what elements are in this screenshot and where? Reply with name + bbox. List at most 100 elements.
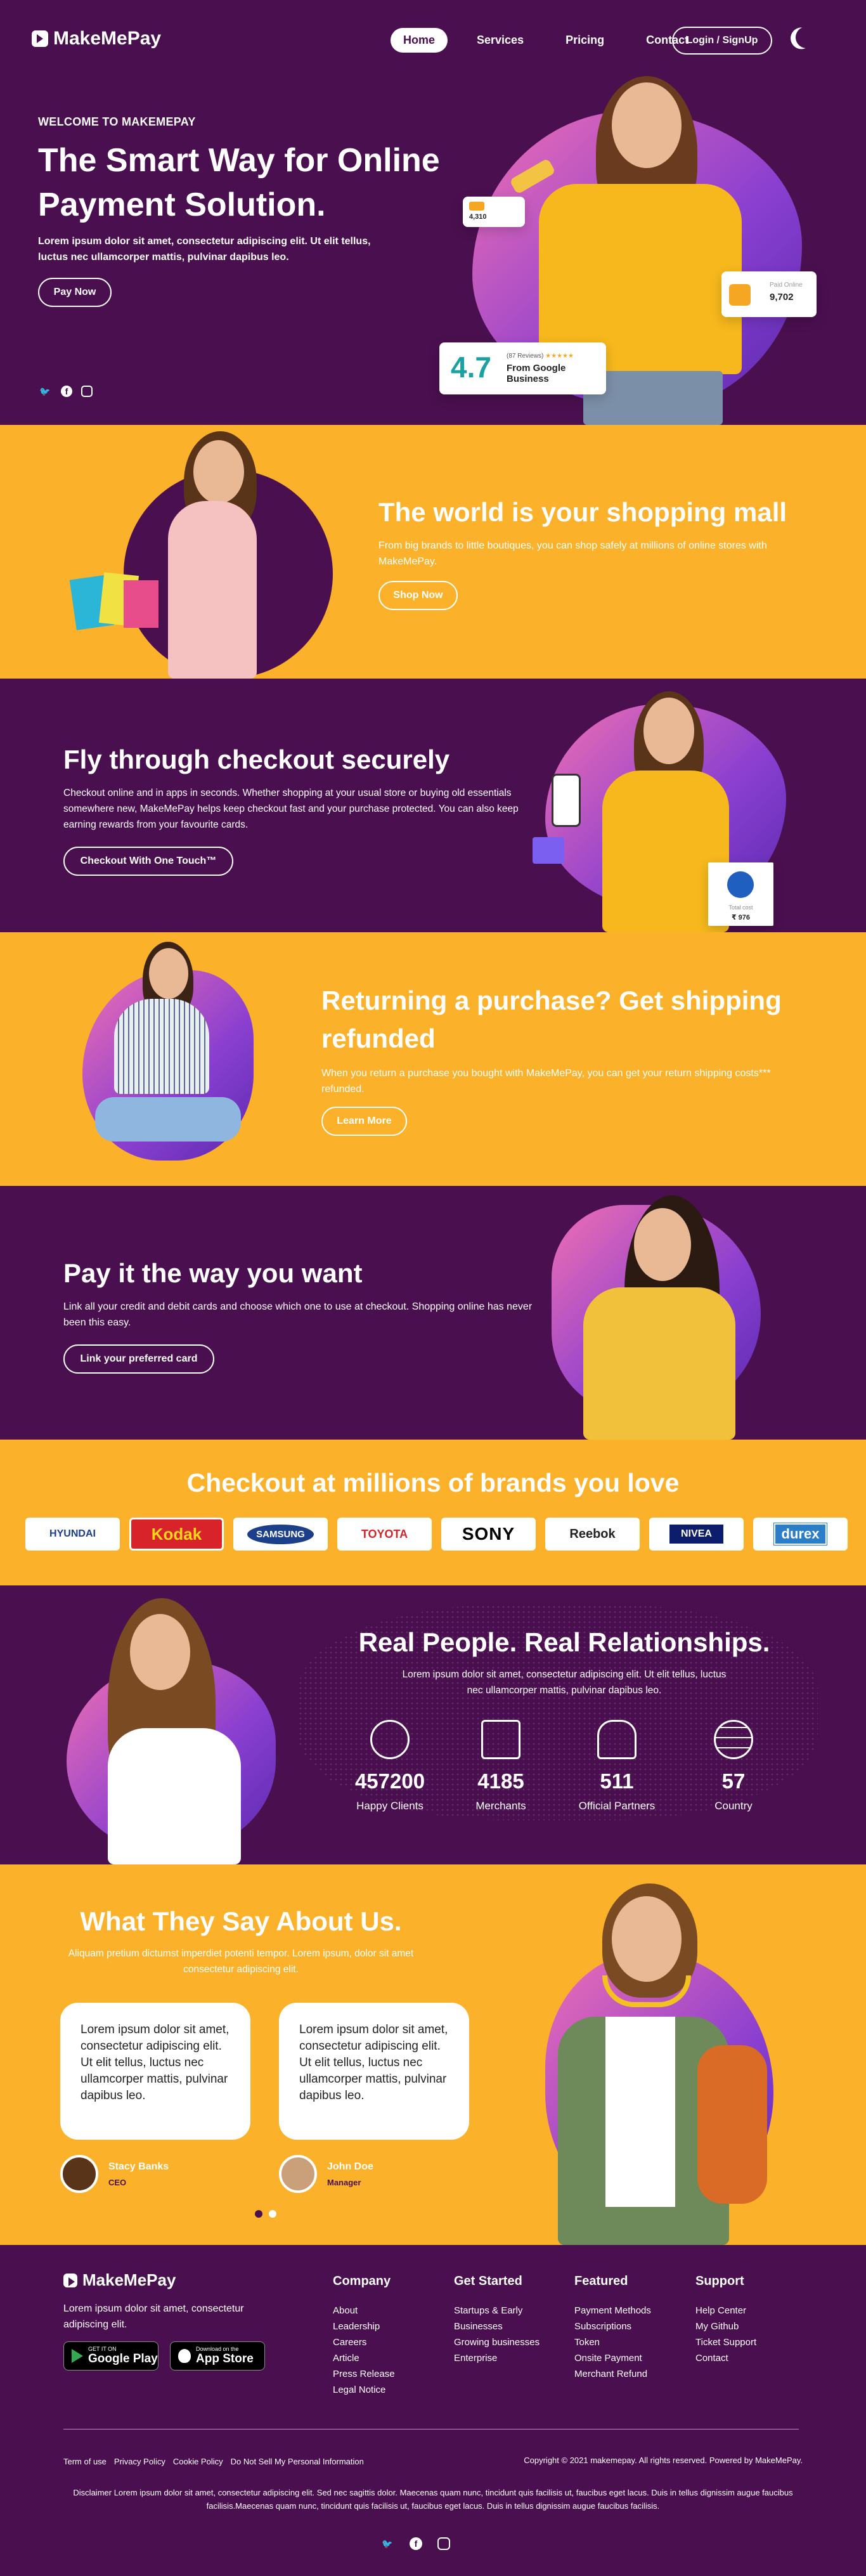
hero-socials: 🐦 f	[38, 384, 93, 398]
footer-link[interactable]: Startups & Early	[454, 2303, 540, 2319]
footer-link[interactable]: Press Release	[333, 2366, 395, 2382]
footer-link[interactable]: About	[333, 2303, 395, 2319]
app-store-button[interactable]: Download on the App Store	[170, 2341, 265, 2371]
footer: MakeMePay Lorem ipsum dolor sit amet, co…	[0, 2245, 866, 2576]
shopping-description: From big brands to little boutiques, you…	[378, 540, 767, 567]
cookie-link[interactable]: Cookie Policy	[173, 2457, 223, 2466]
checkout-section: Fly through checkout securely Checkout o…	[0, 679, 866, 932]
logo[interactable]: MakeMePay	[32, 28, 161, 49]
pay-way-woman-image	[571, 1192, 761, 1440]
logo-icon	[63, 2273, 77, 2287]
returns-description: When you return a purchase you bought wi…	[321, 1068, 771, 1095]
footer-logo[interactable]: MakeMePay	[63, 2270, 176, 2290]
nav-pricing[interactable]: Pricing	[553, 28, 617, 53]
footer-link[interactable]: Growing businesses	[454, 2334, 540, 2350]
shopping-title: The world is your shopping mall	[378, 497, 787, 527]
shop-now-button[interactable]: Shop Now	[378, 581, 458, 610]
brands-title: Checkout at millions of brands you love	[186, 1468, 680, 1497]
hero-section: MakeMePay Home Services Pricing Contact …	[0, 0, 866, 425]
google-play-icon	[72, 2349, 83, 2363]
returns-section: Returning a purchase? Get shipping refun…	[0, 932, 866, 1186]
footer-link[interactable]: Leadership	[333, 2319, 395, 2334]
payment-mini-card: 4,310	[463, 197, 525, 227]
instagram-icon[interactable]	[81, 386, 93, 397]
stats-description: Lorem ipsum dolor sit amet, consectetur …	[402, 1669, 727, 1696]
avatar	[60, 2155, 98, 2193]
privacy-link[interactable]: Privacy Policy	[114, 2457, 165, 2466]
footer-link[interactable]: Contact	[695, 2350, 756, 2366]
footer-tagline: Lorem ipsum dolor sit amet, consectetur …	[63, 2303, 244, 2330]
footer-col-get-started: Get Started Startups & Early Businesses …	[454, 2274, 540, 2366]
checkout-one-touch-button[interactable]: Checkout With One Touch™	[63, 847, 233, 876]
footer-link[interactable]: Enterprise	[454, 2350, 540, 2366]
testimonial-card-1: Lorem ipsum dolor sit amet, consectetur …	[60, 2003, 250, 2140]
google-play-button[interactable]: GET IT ON Google Play	[63, 2341, 158, 2371]
instagram-icon[interactable]	[437, 2537, 450, 2550]
brand-reebok[interactable]: Reebok	[545, 1518, 640, 1551]
brand-sony[interactable]: SONY	[441, 1518, 536, 1551]
brand-kodak[interactable]: Kodak	[129, 1518, 224, 1551]
pay-now-button[interactable]: Pay Now	[38, 278, 112, 307]
testimonials-section: What They Say About Us. Aliquam pretium …	[0, 1864, 866, 2245]
brand-toyota[interactable]: TOYOTA	[337, 1518, 432, 1551]
testimonial-author-1: Stacy Banks CEO	[60, 2155, 169, 2193]
stat-happy-clients: 457200 Happy Clients	[333, 1720, 447, 1812]
moon-icon[interactable]	[792, 23, 820, 51]
brand-nivea[interactable]: NIVEA	[669, 1525, 723, 1544]
footer-link[interactable]: Careers	[333, 2334, 395, 2350]
learn-more-button[interactable]: Learn More	[321, 1107, 407, 1136]
login-signup-button[interactable]: Login / SignUp	[672, 27, 772, 55]
do-not-sell-link[interactable]: Do Not Sell My Personal Information	[231, 2457, 364, 2466]
footer-link[interactable]: Merchant Refund	[574, 2366, 651, 2382]
footer-link[interactable]: Help Center	[695, 2303, 756, 2319]
stats-woman-image	[63, 1598, 273, 1864]
medal-icon	[727, 871, 754, 898]
nav-services[interactable]: Services	[464, 28, 536, 53]
brand-durex[interactable]: durex	[773, 1523, 828, 1545]
twitter-icon[interactable]: 🐦	[380, 2537, 394, 2551]
footer-link[interactable]: Token	[574, 2334, 651, 2350]
pay-your-way-section: Pay it the way you want Link all your cr…	[0, 1186, 866, 1440]
terms-link[interactable]: Term of use	[63, 2457, 107, 2466]
carousel-dot-2[interactable]	[269, 2210, 276, 2218]
basket-icon	[481, 1720, 520, 1759]
nav-home[interactable]: Home	[391, 28, 448, 53]
shopping-woman-image	[67, 431, 276, 679]
footer-divider	[63, 2429, 799, 2430]
total-cost-card: Total cost ₹ 976	[708, 862, 773, 926]
hero-description: Lorem ipsum dolor sit amet, consectetur …	[38, 236, 371, 263]
testimonials-title: What They Say About Us.	[80, 1906, 402, 1936]
footer-link[interactable]: Ticket Support	[695, 2334, 756, 2350]
logo-icon	[32, 30, 48, 47]
footer-link[interactable]: Onsite Payment	[574, 2350, 651, 2366]
footer-link[interactable]: Payment Methods	[574, 2303, 651, 2319]
pay-way-description: Link all your credit and debit cards and…	[63, 1301, 533, 1328]
brands-section: Checkout at millions of brands you love …	[0, 1440, 866, 1585]
returns-title: Returning a purchase? Get shipping refun…	[321, 986, 782, 1053]
brand-samsung[interactable]: SAMSUNG	[247, 1524, 314, 1544]
paid-online-card: Paid Online 9,702	[721, 271, 817, 317]
facebook-icon[interactable]: f	[61, 386, 72, 397]
checkout-description: Checkout online and in apps in seconds. …	[63, 788, 519, 830]
footer-link[interactable]: Legal Notice	[333, 2382, 395, 2398]
facebook-icon[interactable]: f	[410, 2537, 422, 2550]
user-icon	[370, 1720, 410, 1759]
footer-col-featured: Featured Payment Methods Subscriptions T…	[574, 2274, 651, 2382]
footer-link[interactable]: Subscriptions	[574, 2319, 651, 2334]
stats-title: Real People. Real Relationships.	[358, 1627, 770, 1657]
disclaimer: Disclaimer Lorem ipsum dolor sit amet, c…	[73, 2488, 793, 2511]
carousel-dot-1[interactable]	[255, 2210, 262, 2218]
footer-col-company: Company About Leadership Careers Article…	[333, 2274, 395, 2398]
twitter-icon[interactable]: 🐦	[38, 384, 52, 398]
footer-link[interactable]: Businesses	[454, 2319, 540, 2334]
hero-kicker: WELCOME TO MAKEMEPAY	[38, 115, 196, 128]
checkout-title: Fly through checkout securely	[63, 745, 450, 774]
footer-link[interactable]: My Github	[695, 2319, 756, 2334]
footer-link[interactable]: Article	[333, 2350, 395, 2366]
stat-country: 57 Country	[676, 1720, 791, 1812]
link-card-button[interactable]: Link your preferred card	[63, 1344, 214, 1374]
logo-text: MakeMePay	[53, 28, 162, 49]
brand-hyundai[interactable]: HYUNDAI	[25, 1518, 120, 1551]
testimonial-author-2: John Doe Manager	[279, 2155, 373, 2193]
copyright: Copyright © 2021 makemepay. All rights r…	[524, 2456, 803, 2465]
